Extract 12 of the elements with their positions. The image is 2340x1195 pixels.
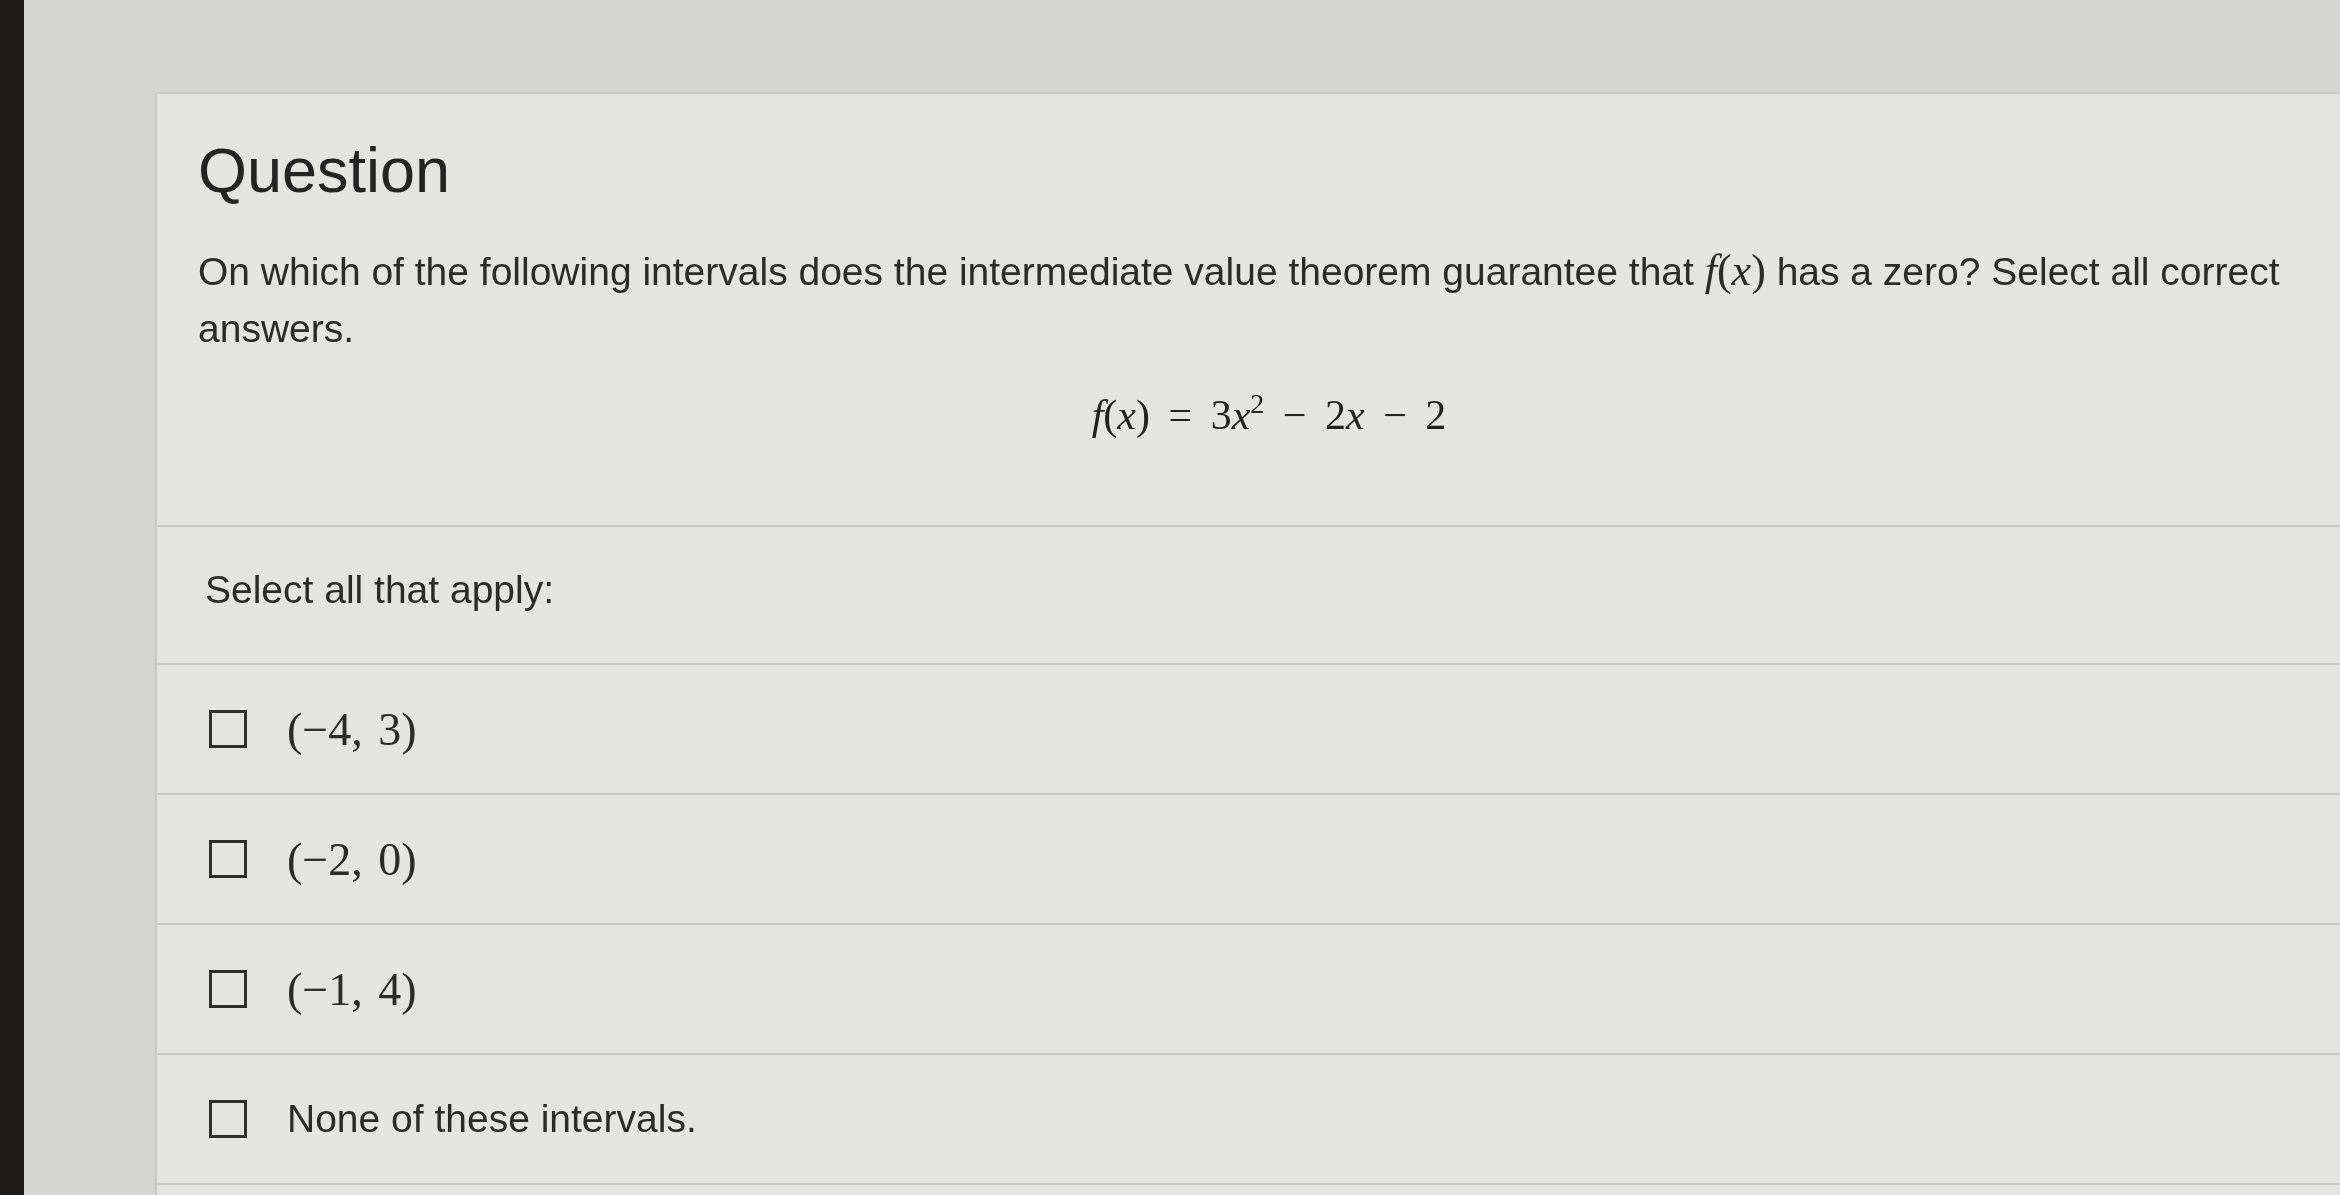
question-title: Question bbox=[198, 134, 451, 207]
checkbox[interactable] bbox=[209, 970, 247, 1008]
checkbox[interactable] bbox=[209, 710, 247, 748]
option-label: (−2, 0) bbox=[287, 832, 417, 886]
question-prompt: On which of the following intervals does the intermediate value theorem guarantee that f(x) has a zero? Select all correct answers. bbox=[198, 245, 2281, 352]
option-label: (−4, 3) bbox=[287, 702, 417, 756]
option-label: (−1, 4) bbox=[287, 962, 417, 1016]
checkbox[interactable] bbox=[209, 1100, 247, 1138]
instruction-text: Select all that apply: bbox=[205, 568, 555, 612]
function-formula: f(x) = 3x$^{2}$ − 2x − 2 bbox=[1091, 387, 1447, 440]
checkbox[interactable] bbox=[209, 840, 247, 878]
option-label: None of these intervals. bbox=[287, 1097, 697, 1141]
